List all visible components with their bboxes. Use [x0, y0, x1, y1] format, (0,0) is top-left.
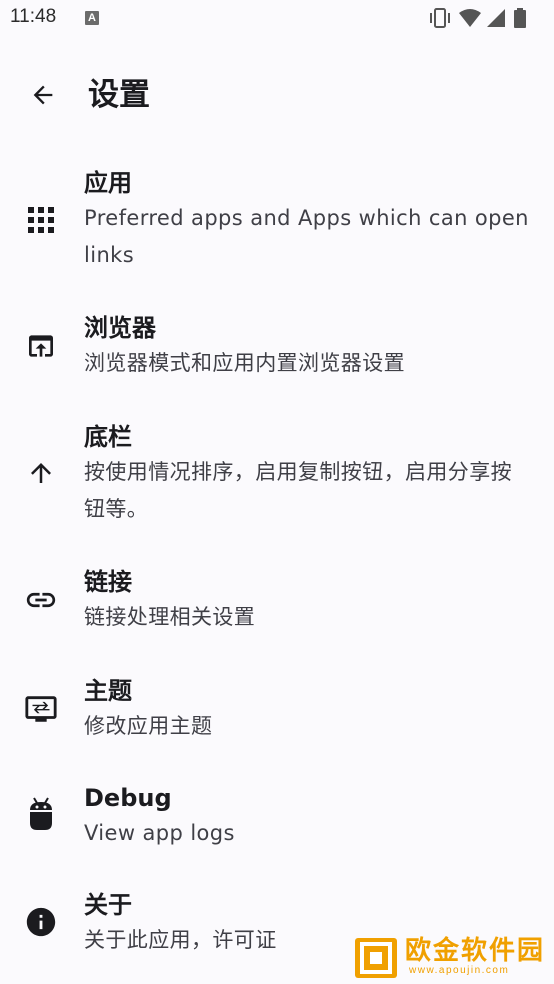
settings-item-text: 主题 修改应用主题 — [84, 674, 530, 745]
android-bug-icon — [24, 797, 58, 831]
apps-grid-icon — [24, 203, 58, 237]
settings-item-browser[interactable]: 浏览器 浏览器模式和应用内置浏览器设置 — [0, 311, 554, 387]
back-button[interactable] — [22, 74, 64, 116]
settings-item-subtitle: 浏览器模式和应用内置浏览器设置 — [84, 351, 405, 375]
signal-icon — [487, 9, 505, 27]
settings-item-subtitle: 链接处理相关设置 — [84, 605, 256, 629]
settings-item-subtitle: Preferred apps and Apps which can open l… — [84, 206, 529, 267]
settings-item-text: 浏览器 浏览器模式和应用内置浏览器设置 — [84, 311, 530, 382]
settings-item-title: 关于 — [84, 891, 132, 919]
settings-item-text: Debug View app logs — [84, 781, 530, 852]
settings-item-text: 链接 链接处理相关设置 — [84, 565, 530, 636]
settings-item-title: 链接 — [84, 568, 132, 596]
settings-item-bottom-bar[interactable]: 底栏 按使用情况排序，启用复制按钮，启用分享按钮等。 — [0, 420, 554, 532]
settings-item-title: 主题 — [84, 677, 132, 705]
watermark-logo-icon — [355, 938, 397, 978]
watermark-url: www.apoujin.com — [409, 965, 510, 976]
arrow-upward-icon — [24, 456, 58, 490]
watermark: 欧金软件园 www.apoujin.com — [355, 936, 547, 978]
notification-badge: A — [85, 11, 99, 25]
settings-item-theme[interactable]: 主题 修改应用主题 — [0, 674, 554, 750]
page-title: 设置 — [88, 77, 150, 113]
settings-item-title: Debug — [84, 784, 172, 812]
app-bar: 设置 — [0, 60, 554, 132]
status-time: 11:48 — [10, 6, 57, 27]
settings-item-title: 应用 — [84, 169, 132, 197]
wifi-icon — [459, 9, 481, 27]
settings-item-title: 底栏 — [84, 423, 132, 451]
settings-item-subtitle: 修改应用主题 — [84, 714, 213, 738]
status-bar: 11:48 A — [0, 0, 554, 38]
arrow-back-icon — [33, 85, 53, 105]
settings-item-apps[interactable]: 应用 Preferred apps and Apps which can ope… — [0, 166, 554, 278]
info-icon — [24, 905, 58, 939]
watermark-name: 欧金软件园 — [405, 936, 546, 966]
settings-item-subtitle: 按使用情况排序，启用复制按钮，启用分享按钮等。 — [84, 460, 512, 521]
settings-item-text: 应用 Preferred apps and Apps which can ope… — [84, 166, 530, 274]
settings-item-links[interactable]: 链接 链接处理相关设置 — [0, 565, 554, 641]
settings-item-text: 底栏 按使用情况排序，启用复制按钮，启用分享按钮等。 — [84, 420, 530, 528]
settings-item-title: 浏览器 — [84, 314, 156, 342]
settings-item-subtitle: View app logs — [84, 821, 235, 845]
battery-icon — [514, 8, 526, 28]
theme-display-icon — [24, 692, 58, 726]
settings-item-debug[interactable]: Debug View app logs — [0, 781, 554, 851]
link-icon — [24, 583, 58, 617]
vibrate-icon — [430, 8, 450, 28]
open-in-browser-icon — [24, 329, 58, 363]
